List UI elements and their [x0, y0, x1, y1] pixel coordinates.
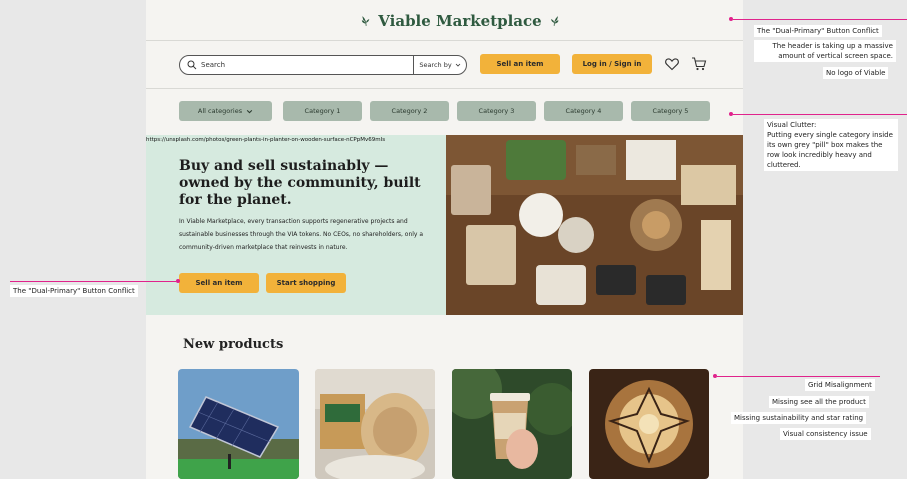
new-products-heading: New products — [183, 337, 284, 352]
annotation-line — [733, 19, 907, 20]
annotation-note: Missing see all the product — [769, 396, 869, 408]
login-button[interactable]: Log in / Sign in — [572, 54, 652, 74]
hero-description: In Viable Marketplace, every transaction… — [179, 218, 424, 251]
category-pill[interactable]: Category 1 — [283, 101, 362, 121]
search-bar: Search by — [179, 55, 467, 75]
product-image-solar-panel — [178, 369, 299, 479]
product-card[interactable] — [589, 369, 709, 479]
search-by-label: Search by — [419, 61, 452, 69]
annotation-note: Missing sustainability and star rating — [731, 412, 867, 424]
brand[interactable]: Viable Marketplace — [360, 9, 560, 33]
annotation-note: The header is taking up a massive amount… — [754, 40, 896, 62]
annotation-note: Visual Clutter: Putting every single cat… — [764, 119, 898, 171]
marketplace-page: Viable Marketplace Search by Sell an ite… — [146, 0, 743, 479]
search-input[interactable] — [198, 56, 413, 74]
leaf-icon — [550, 16, 559, 26]
leaf-icon — [361, 16, 370, 26]
hero-photo — [446, 135, 743, 315]
product-card[interactable] — [315, 369, 435, 479]
product-image-bamboo-kit — [315, 369, 435, 479]
search-by-dropdown[interactable]: Search by — [413, 56, 466, 74]
category-pill-all[interactable]: All categories — [179, 101, 272, 121]
annotation-marker — [176, 279, 180, 283]
brand-header: Viable Marketplace — [146, 0, 743, 41]
hero-title: Buy and sell sustainably — owned by the … — [179, 158, 421, 208]
nav-bar: Search by Sell an item Log in / Sign in — [146, 40, 743, 89]
hero-image — [446, 135, 743, 315]
annotation-note: The "Dual-Primary" Button Conflict — [754, 25, 882, 37]
start-shopping-button[interactable]: Start shopping — [266, 273, 346, 293]
product-image-lantern — [589, 369, 709, 479]
category-row: All categories Category 1 Category 2 Cat… — [146, 89, 743, 135]
search-icon — [187, 60, 197, 70]
annotation-line — [10, 281, 176, 282]
product-image-coffee-cup — [452, 369, 572, 479]
category-label: All categories — [197, 107, 243, 115]
annotation-note: Grid Misalignment — [805, 379, 875, 391]
brand-title: Viable Marketplace — [378, 12, 542, 30]
cart-icon[interactable] — [691, 56, 707, 72]
category-pill[interactable]: Category 4 — [544, 101, 623, 121]
annotation-note: The "Dual-Primary" Button Conflict — [10, 285, 138, 297]
heart-icon[interactable] — [664, 56, 680, 72]
annotation-line — [733, 114, 907, 115]
annotation-note: Visual consistency issue — [780, 428, 871, 440]
image-source-url: https://unsplash.com/photos/green-plants… — [146, 137, 386, 143]
category-pill[interactable]: Category 3 — [457, 101, 536, 121]
chevron-down-icon — [246, 109, 253, 113]
annotation-note: No logo of Viable — [823, 67, 889, 79]
product-card[interactable] — [452, 369, 572, 479]
product-card[interactable] — [178, 369, 299, 479]
hero-sell-button[interactable]: Sell an item — [179, 273, 259, 293]
annotation-line — [717, 376, 880, 377]
category-pill[interactable]: Category 2 — [370, 101, 449, 121]
chevron-down-icon — [455, 63, 460, 67]
sell-item-button[interactable]: Sell an item — [480, 54, 560, 74]
category-pill[interactable]: Category 5 — [631, 101, 710, 121]
